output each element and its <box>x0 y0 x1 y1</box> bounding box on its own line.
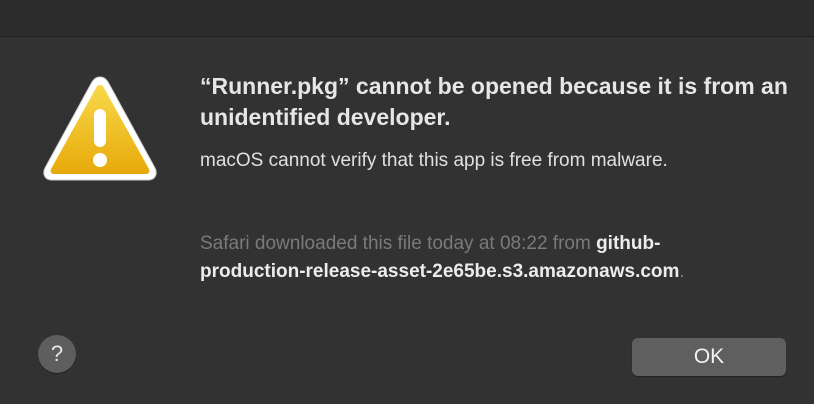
download-info-text: Safari downloaded this file today at 08:… <box>200 233 591 254</box>
window-top-bar <box>0 0 814 37</box>
ok-button[interactable]: OK <box>632 338 786 376</box>
download-info-period: . <box>679 261 685 282</box>
dialog-title: “Runner.pkg” cannot be opened because it… <box>200 73 788 130</box>
help-button[interactable]: ? <box>38 335 76 373</box>
dialog-message: macOS cannot verify that this app is fre… <box>200 150 668 171</box>
warning-triangle-icon <box>43 76 157 181</box>
download-info: Safari downloaded this file today at 08:… <box>200 230 760 286</box>
alert-dialog: “Runner.pkg” cannot be opened because it… <box>0 37 814 404</box>
